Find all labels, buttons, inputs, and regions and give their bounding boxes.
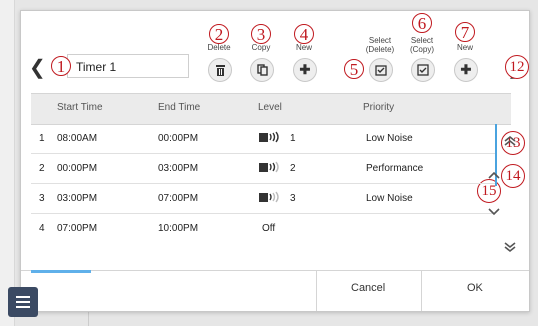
delete-button[interactable]	[208, 58, 232, 82]
row-priority: Low Noise	[366, 133, 413, 144]
plus-icon: ✚	[299, 62, 311, 77]
select-delete-label-line1: Select	[368, 36, 392, 45]
select-delete-label-line2: (Delete)	[365, 45, 395, 54]
select-copy-button[interactable]	[411, 58, 435, 82]
progress-indicator	[31, 270, 91, 273]
select-copy-icon	[417, 64, 429, 76]
footer-divider	[316, 271, 317, 311]
timer-dialog: ❮ ❯ Timer 1 Delete Copy New Select (Dele…	[20, 10, 530, 312]
row-end-time: 03:00PM	[158, 163, 199, 174]
copy-button[interactable]	[250, 58, 274, 82]
row-start-time: 03:00PM	[57, 193, 98, 204]
annotation-6: 6	[412, 13, 432, 33]
table-header: Start Time End Time Level Priority	[31, 93, 511, 125]
background-panel	[0, 0, 15, 326]
plus-icon: ✚	[460, 62, 472, 77]
trash-icon	[215, 65, 225, 76]
table-row[interactable]: 3 03:00PM 07:00PM 3 Low Noise	[31, 184, 495, 214]
annotation-7: 7	[455, 22, 475, 42]
table-row[interactable]: 4 07:00PM 10:00PM Off	[31, 214, 495, 243]
chevron-down-icon[interactable]	[487, 204, 501, 220]
annotation-14: 14	[501, 164, 525, 188]
annotation-3: 3	[251, 24, 271, 44]
table-row[interactable]: 2 00:00PM 03:00PM 2 Performance	[31, 154, 495, 184]
footer-bar	[21, 270, 529, 311]
row-end-time: 00:00PM	[158, 133, 199, 144]
row-end-time: 07:00PM	[158, 193, 199, 204]
new-button[interactable]: ✚	[293, 58, 317, 82]
select-delete-button[interactable]	[369, 58, 393, 82]
row-level: 1	[290, 133, 296, 144]
row-start-time: 00:00PM	[57, 163, 98, 174]
row-level: Off	[262, 223, 276, 234]
row-end-time: 10:00PM	[158, 223, 199, 234]
row-start-time: 08:00AM	[57, 133, 98, 144]
row-number: 4	[39, 223, 45, 234]
header-start-time: Start Time	[57, 102, 103, 113]
timer-name-input[interactable]: Timer 1	[67, 54, 189, 78]
row-level: 3	[290, 193, 296, 204]
row-number: 3	[39, 193, 45, 204]
row-level: 2	[290, 163, 296, 174]
delete-label: Delete	[207, 43, 231, 52]
hamburger-menu-icon[interactable]	[8, 287, 38, 317]
chevron-left-icon[interactable]: ❮	[29, 55, 46, 80]
row-number: 2	[39, 163, 45, 174]
annotation-1: 1	[51, 56, 71, 76]
copy-label: Copy	[251, 43, 271, 52]
fan-level-icon	[259, 191, 283, 206]
header-level: Level	[258, 102, 282, 113]
select-copy-label-line1: Select	[410, 36, 434, 45]
annotation-4: 4	[294, 24, 314, 44]
annotation-12: 12	[505, 55, 529, 79]
copy-icon	[256, 64, 268, 76]
select-copy-label: Select (Copy)	[402, 36, 442, 54]
double-chevron-up-icon[interactable]	[503, 134, 517, 151]
select-copy-label-line2: (Copy)	[409, 45, 434, 54]
cancel-button[interactable]: Cancel	[351, 282, 385, 294]
fan-level-icon	[259, 131, 283, 146]
row-priority: Performance	[366, 163, 424, 174]
new2-label: New	[456, 43, 473, 52]
select-delete-label: Select (Delete)	[360, 36, 400, 54]
fan-level-icon	[259, 161, 283, 176]
header-end-time: End Time	[158, 102, 201, 113]
double-chevron-down-icon[interactable]	[503, 240, 517, 257]
annotation-2: 2	[209, 24, 229, 44]
header-priority: Priority	[363, 102, 395, 113]
ok-button[interactable]: OK	[467, 282, 483, 294]
new-label: New	[295, 43, 312, 52]
row-start-time: 07:00PM	[57, 223, 98, 234]
select-delete-icon	[375, 65, 387, 76]
table-row[interactable]: 1 08:00AM 00:00PM 1 Low Noise	[31, 124, 495, 154]
row-priority: Low Noise	[366, 193, 413, 204]
footer-divider	[421, 271, 422, 311]
chevron-up-icon[interactable]	[487, 167, 501, 183]
new-select-button[interactable]: ✚	[454, 58, 478, 82]
row-number: 1	[39, 133, 45, 144]
annotation-5: 5	[344, 59, 364, 79]
